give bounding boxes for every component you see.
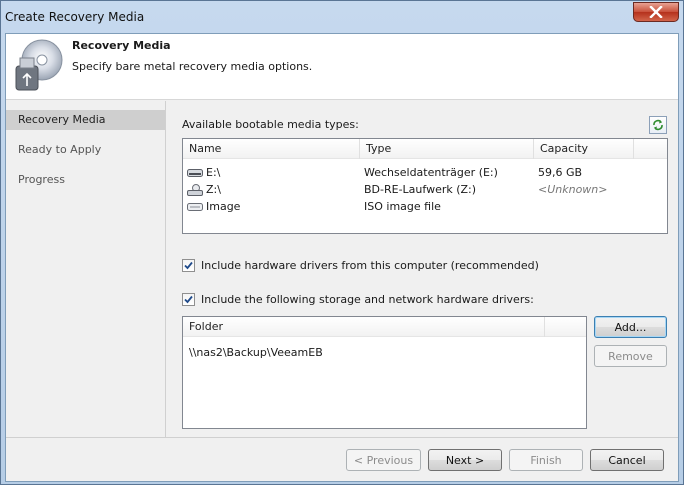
recovery-media-icon (15, 39, 63, 91)
step-progress[interactable]: Progress (6, 170, 165, 190)
title-bar[interactable]: Create Recovery Media (1, 1, 683, 33)
refresh-icon (653, 119, 663, 131)
include-hw-drivers-option[interactable]: Include hardware drivers from this compu… (182, 259, 539, 272)
cancel-button[interactable]: Cancel (590, 449, 664, 471)
step-ready-to-apply[interactable]: Ready to Apply (6, 140, 165, 160)
media-list[interactable]: Name Type Capacity E:\ Wechseldatenträge… (182, 138, 668, 234)
folder-row[interactable]: \\nas2\Backup\VeeamEB (183, 344, 543, 361)
column-type[interactable]: Type (360, 139, 534, 159)
refresh-button[interactable] (649, 116, 667, 134)
checkmark-icon (184, 295, 193, 304)
folder-list[interactable]: Folder \\nas2\Backup\VeeamEB (182, 316, 587, 429)
include-storage-drivers-label: Include the following storage and networ… (201, 293, 534, 306)
media-capacity: 59,6 GB (538, 166, 583, 179)
include-storage-drivers-option[interactable]: Include the following storage and networ… (182, 293, 534, 306)
media-name: Z:\ (206, 183, 221, 196)
optical-drive-icon (187, 184, 203, 196)
remove-button[interactable]: Remove (594, 345, 667, 367)
include-storage-drivers-checkbox[interactable] (182, 293, 195, 306)
media-row-image[interactable]: Image ISO image file (183, 198, 634, 215)
dialog-window: Create Recovery Media Recovery Media Spe… (0, 0, 684, 485)
media-name: Image (206, 200, 241, 213)
finish-button[interactable]: Finish (509, 449, 583, 471)
add-button[interactable]: Add... (594, 316, 667, 338)
folder-list-header: Folder (183, 317, 586, 337)
header-subtitle: Specify bare metal recovery media option… (72, 60, 313, 73)
wizard-header: Recovery Media Specify bare metal recove… (6, 34, 678, 100)
media-capacity (534, 198, 634, 215)
checkmark-icon (184, 261, 193, 270)
step-recovery-media[interactable]: Recovery Media (6, 110, 165, 130)
close-icon (649, 6, 663, 18)
media-list-header: Name Type Capacity (183, 139, 667, 159)
close-button[interactable] (633, 2, 679, 22)
column-name[interactable]: Name (183, 139, 360, 159)
image-drive-icon (187, 203, 203, 211)
media-row-e[interactable]: E:\ Wechseldatenträger (E:) 59,6 GB (183, 164, 634, 181)
media-type: ISO image file (364, 200, 441, 213)
wizard-steps: Recovery Media Ready to Apply Progress (6, 101, 166, 437)
folder-path: \\nas2\Backup\VeeamEB (189, 346, 323, 359)
column-folder[interactable]: Folder (183, 317, 545, 337)
media-name: E:\ (206, 166, 221, 179)
media-type: BD-RE-Laufwerk (Z:) (364, 183, 477, 196)
media-types-label: Available bootable media types: (182, 118, 359, 131)
dialog-client: Recovery Media Specify bare metal recove… (5, 33, 679, 482)
media-row-z[interactable]: Z:\ BD-RE-Laufwerk (Z:) <Unknown> (183, 181, 634, 198)
previous-button[interactable]: < Previous (346, 449, 421, 471)
window-title: Create Recovery Media (5, 10, 145, 24)
column-filler (545, 317, 586, 337)
header-title: Recovery Media (72, 39, 171, 52)
footer-divider (6, 437, 678, 438)
column-filler (634, 139, 667, 159)
media-capacity: <Unknown> (538, 183, 608, 196)
include-hw-drivers-checkbox[interactable] (182, 259, 195, 272)
next-button[interactable]: Next > (428, 449, 502, 471)
removable-drive-icon (187, 169, 203, 177)
column-capacity[interactable]: Capacity (534, 139, 634, 159)
media-type: Wechseldatenträger (E:) (364, 166, 498, 179)
include-hw-drivers-label: Include hardware drivers from this compu… (201, 259, 539, 272)
